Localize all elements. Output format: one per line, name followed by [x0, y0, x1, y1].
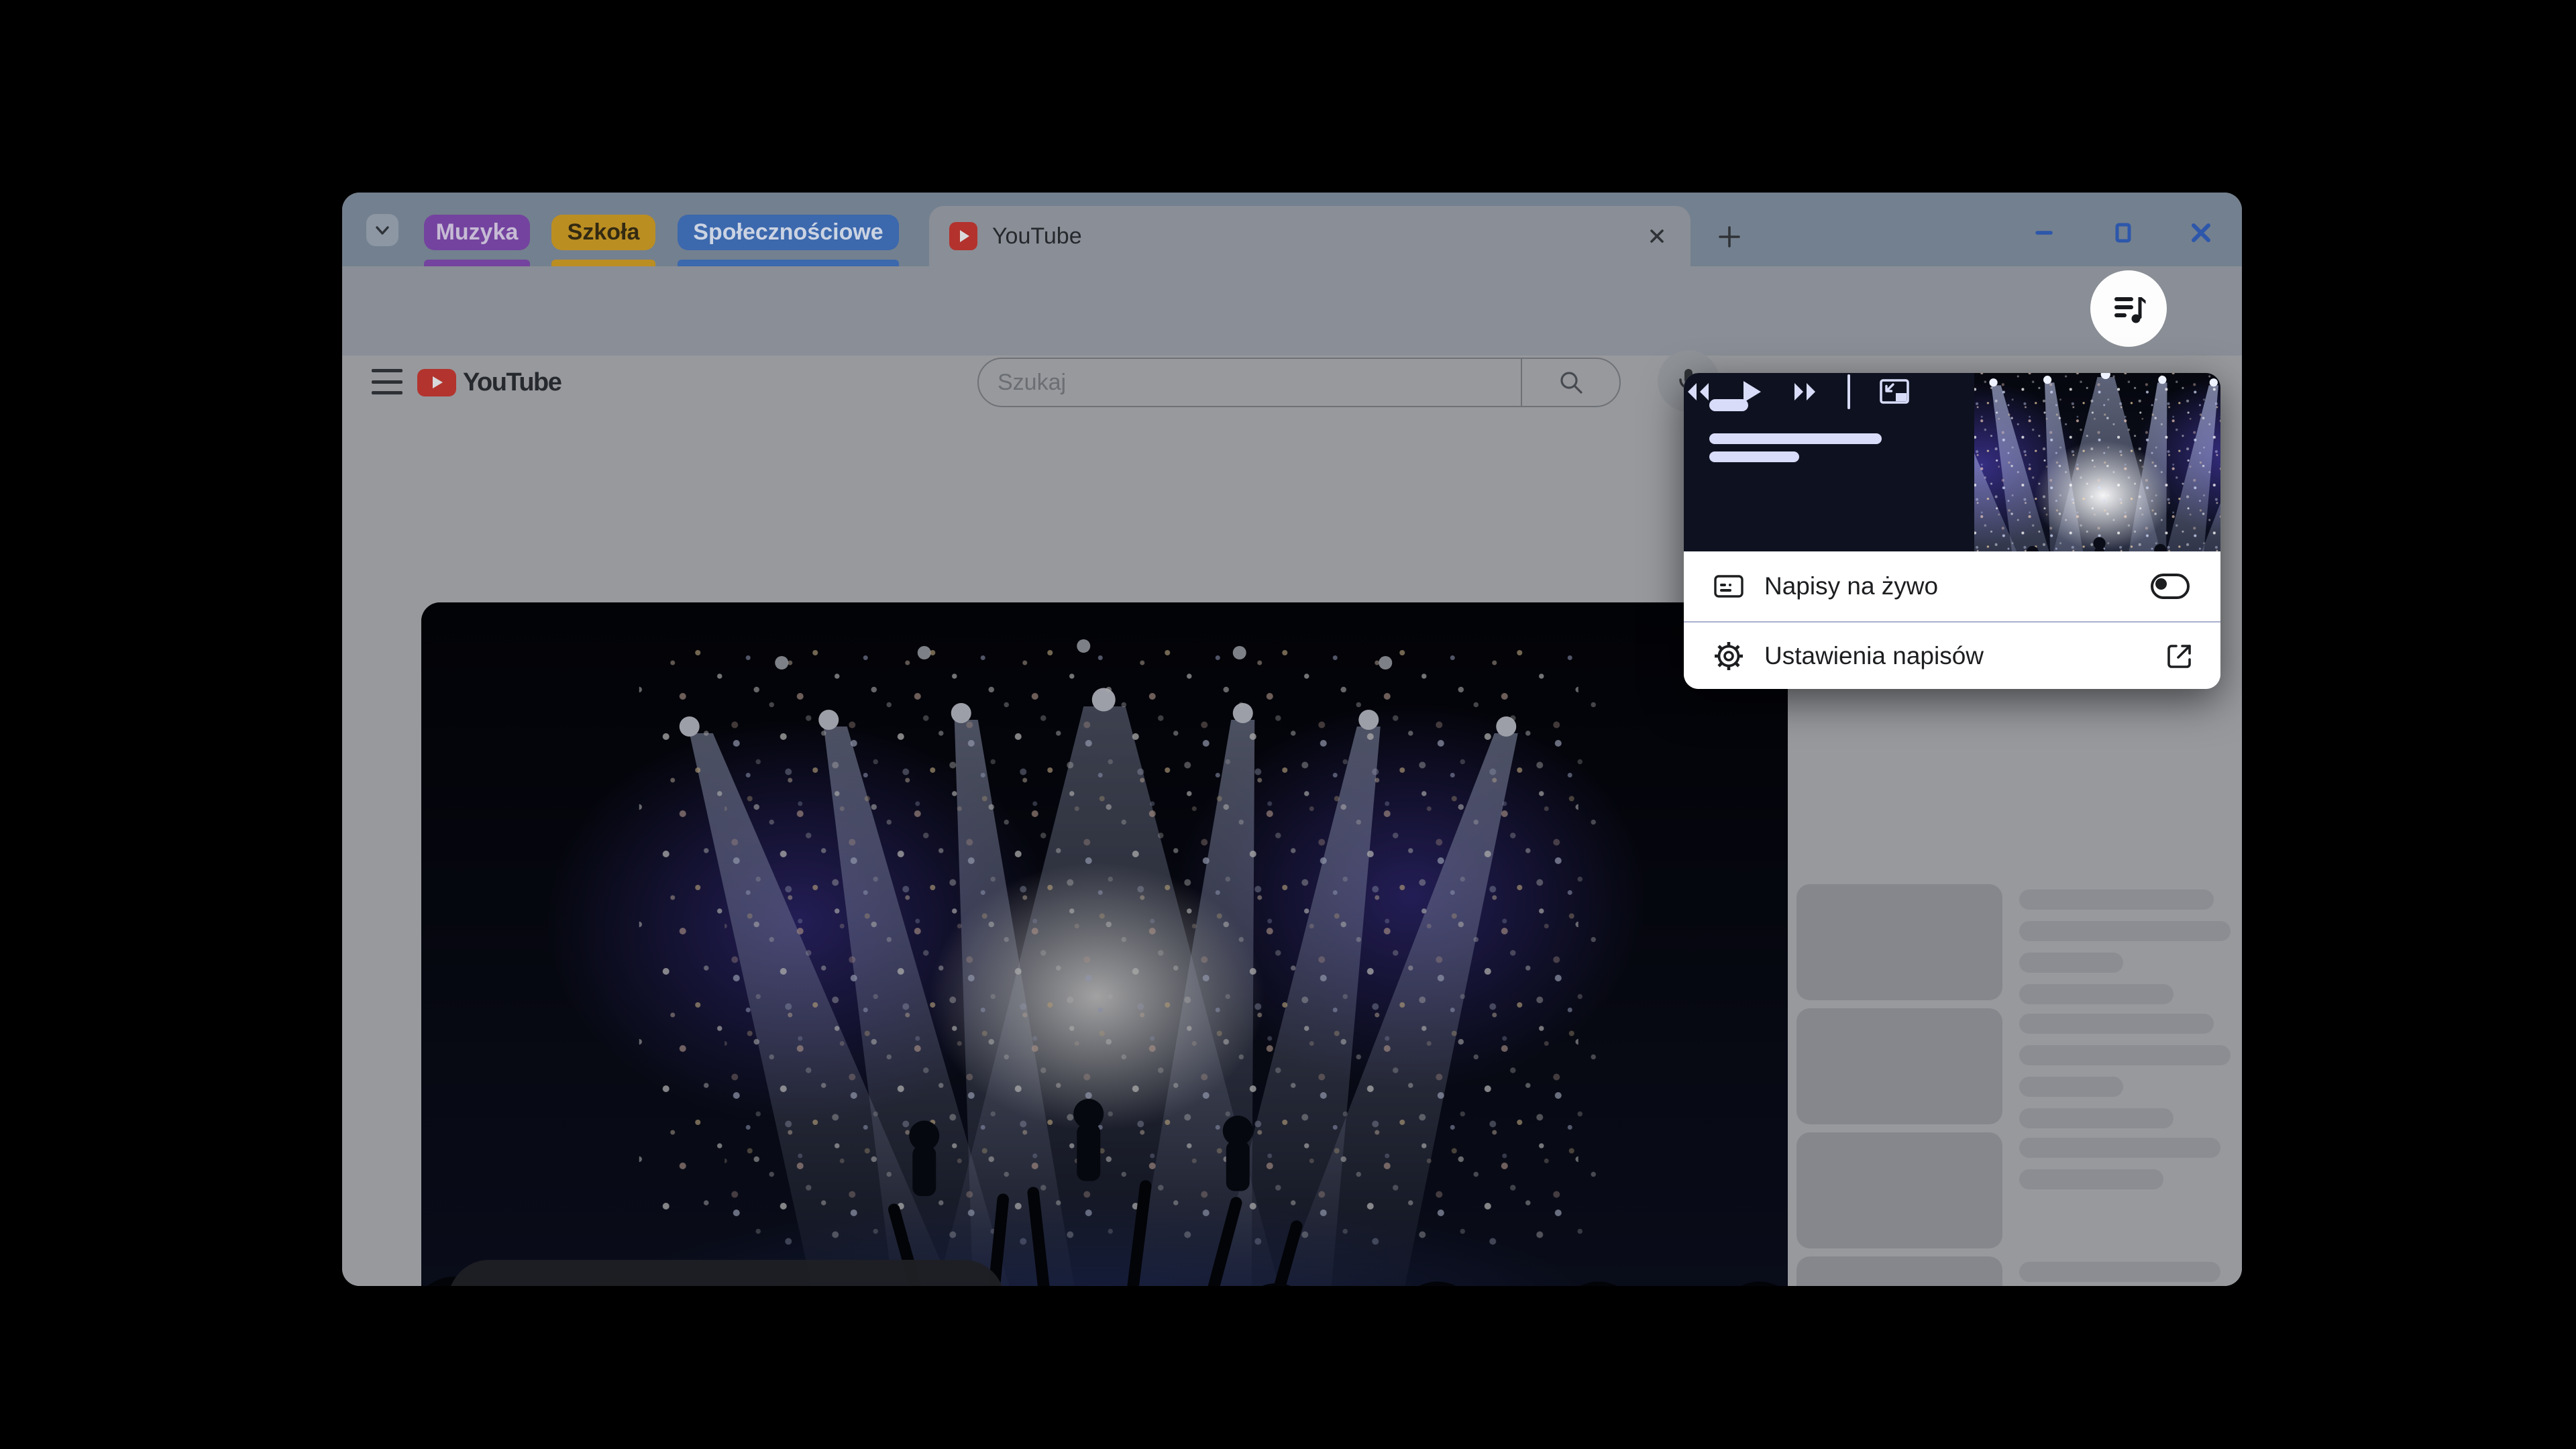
media-controls-popup: Napisy na żywo Ustawienia napisów	[1684, 373, 2220, 689]
youtube-logo-icon	[417, 369, 456, 396]
search-input[interactable]: Szukaj	[979, 359, 1521, 406]
tab-group-chip-spolecznosciowe[interactable]: Społecznościowe	[678, 215, 899, 250]
suggested-video-skeleton	[1796, 1132, 2234, 1253]
tab-group-chip-muzyka[interactable]: Muzyka	[424, 215, 530, 250]
controls-divider	[1847, 374, 1850, 409]
search-bar: Szukaj	[977, 358, 1621, 407]
window-maximize-button[interactable]	[2104, 214, 2142, 252]
close-icon	[1647, 226, 1667, 246]
caption-settings-label: Ustawienia napisów	[1764, 642, 1984, 670]
suggested-video-skeleton	[1796, 1256, 2234, 1286]
minimize-icon	[2031, 219, 2057, 246]
tab-group-underline-muzyka	[424, 260, 530, 266]
suggested-video-skeleton	[1796, 884, 2234, 1005]
media-artist-skeleton	[1709, 433, 1882, 444]
cast-icon	[482, 1285, 521, 1287]
browser-toolbar: youtube.com/watch/	[342, 266, 2242, 356]
skeleton-thumbnail	[1796, 1132, 2002, 1248]
window-close-button[interactable]	[2182, 214, 2220, 252]
tab-group-label: Społecznościowe	[693, 219, 883, 246]
previous-track-icon[interactable]	[1684, 380, 1712, 403]
tab-group-underline-spolecznosciowe	[678, 260, 899, 266]
tab-group-underline-szkola	[551, 260, 655, 266]
concert-thumbnail-image	[1974, 373, 2220, 551]
media-thumbnail	[1974, 373, 2220, 551]
chevron-down-icon	[372, 220, 392, 240]
tab-youtube[interactable]: YouTube	[929, 206, 1690, 266]
live-caption-row[interactable]: Napisy na żywo	[1684, 551, 2220, 621]
tab-title: YouTube	[992, 223, 1082, 250]
search-icon	[1556, 368, 1586, 397]
gear-icon	[1712, 639, 1746, 673]
maximize-icon	[2110, 219, 2137, 246]
video-frame	[421, 602, 1788, 1286]
picture-in-picture-icon[interactable]	[1878, 378, 1911, 406]
new-tab-button[interactable]	[1711, 218, 1748, 256]
youtube-favicon-icon	[949, 222, 977, 250]
video-player[interactable]	[421, 602, 1788, 1286]
tab-group-label: Szkoła	[568, 219, 640, 246]
live-caption-label: Napisy na żywo	[1764, 572, 1938, 600]
tab-strip: Muzyka Szkoła Społecznościowe YouTube	[342, 193, 2242, 266]
tab-search-button[interactable]	[366, 214, 398, 246]
menu-icon	[372, 369, 402, 372]
next-track-icon[interactable]	[1791, 380, 1819, 403]
live-caption-icon	[1712, 570, 1746, 603]
skeleton-thumbnail	[1796, 884, 2002, 1000]
media-controls-icon	[2109, 289, 2148, 328]
live-caption-toggle[interactable]	[2151, 574, 2190, 599]
cast-status-overlay: Odtwarzam na telewizorze w salonie	[448, 1260, 1005, 1286]
media-controls-button[interactable]	[2090, 270, 2167, 347]
browser-window: Muzyka Szkoła Społecznościowe YouTube	[342, 193, 2242, 1286]
caption-settings-row[interactable]: Ustawienia napisów	[1684, 623, 2220, 689]
suggested-video-skeleton	[1796, 1008, 2234, 1129]
media-title-skeleton	[1709, 399, 1748, 411]
search-button[interactable]	[1521, 359, 1619, 406]
search-placeholder: Szukaj	[998, 370, 1066, 396]
close-icon	[2187, 219, 2215, 247]
media-session-card	[1684, 373, 2220, 551]
guide-menu-button[interactable]	[372, 369, 402, 394]
skeleton-thumbnail	[1796, 1008, 2002, 1124]
window-minimize-button[interactable]	[2025, 214, 2063, 252]
skeleton-thumbnail	[1796, 1256, 2002, 1286]
tab-close-button[interactable]	[1642, 221, 1672, 251]
tab-group-label: Muzyka	[436, 219, 519, 246]
tab-group-chip-szkola[interactable]: Szkoła	[551, 215, 655, 250]
media-source-skeleton	[1709, 451, 1799, 462]
open-in-new-icon	[2164, 641, 2195, 672]
youtube-logo-text: YouTube	[463, 368, 561, 397]
youtube-logo[interactable]: YouTube	[417, 364, 561, 401]
plus-icon	[1716, 223, 1743, 250]
